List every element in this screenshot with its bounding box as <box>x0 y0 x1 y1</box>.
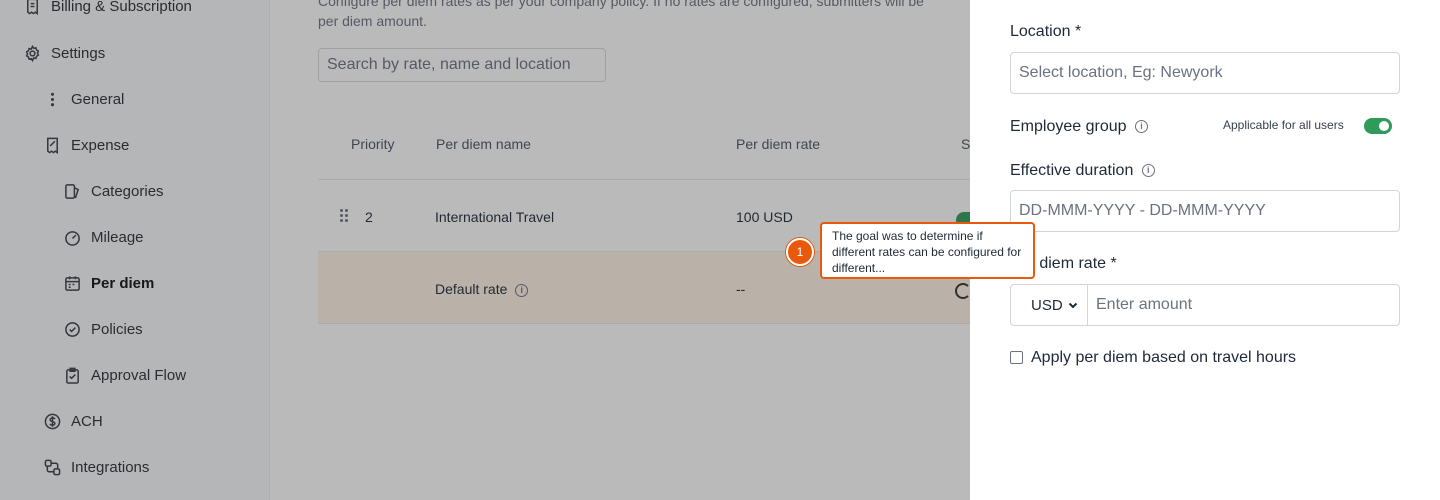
info-icon[interactable]: i <box>515 283 529 297</box>
gear-icon <box>25 45 40 62</box>
sidebar-item-label: Policies <box>91 321 143 338</box>
sidebar-item-billing[interactable]: Billing & Subscription <box>24 0 192 15</box>
integrations-icon <box>44 459 61 476</box>
name-cell: Default rate i <box>435 281 529 297</box>
sidebar-item-mileage[interactable]: Mileage <box>64 229 144 246</box>
travel-hours-checkbox[interactable] <box>1010 351 1023 364</box>
sidebar-item-ach[interactable]: ACH <box>44 413 103 430</box>
per-diem-form-drawer: Location * Employee group i Applicable f… <box>970 0 1440 500</box>
currency-value: USD <box>1031 296 1063 314</box>
currency-select[interactable]: USD <box>1010 284 1088 326</box>
location-label: Location * <box>1010 23 1082 40</box>
dollar-circle-icon <box>44 413 61 430</box>
applicable-all-users-label: Applicable for all users <box>1223 118 1344 132</box>
sidebar-item-policies[interactable]: Policies <box>64 321 143 338</box>
travel-hours-label[interactable]: Apply per diem based on travel hours <box>1031 349 1296 367</box>
sidebar-item-general[interactable]: General <box>44 91 124 108</box>
name-cell: International Travel <box>435 209 555 225</box>
applicable-all-users-toggle[interactable] <box>1364 118 1392 134</box>
column-header-rate[interactable]: Per diem rate <box>736 136 820 152</box>
location-select[interactable] <box>1010 52 1400 94</box>
amount-input[interactable] <box>1087 284 1400 326</box>
category-icon <box>65 184 80 199</box>
sidebar: Billing & Subscription Settings General … <box>0 0 270 500</box>
drag-handle-icon[interactable] <box>340 209 348 223</box>
sidebar-item-settings[interactable]: Settings <box>24 45 105 62</box>
sidebar-item-label: General <box>71 91 125 108</box>
sidebar-item-expense[interactable]: Expense <box>44 137 129 154</box>
employee-group-label: Employee group i <box>1010 118 1148 136</box>
sidebar-item-label: Billing & Subscription <box>51 0 192 15</box>
sidebar-item-label: Mileage <box>91 229 144 246</box>
annotation-tooltip: The goal was to determine if different r… <box>820 222 1035 279</box>
search-icon[interactable] <box>955 283 971 299</box>
info-icon[interactable]: i <box>1134 120 1148 134</box>
receipt-icon <box>47 137 58 154</box>
sidebar-item-label: Per diem <box>91 275 155 292</box>
sidebar-item-categories[interactable]: Categories <box>64 183 164 200</box>
sidebar-item-label: Expense <box>71 137 130 154</box>
employee-group-text: Employee group <box>1010 118 1127 135</box>
effective-duration-label: Effective duration i <box>1010 162 1155 180</box>
duration-range-input[interactable] <box>1010 190 1400 232</box>
effective-duration-text: Effective duration <box>1010 162 1134 179</box>
search-input[interactable] <box>318 48 606 82</box>
gauge-icon <box>65 231 80 246</box>
column-header-name[interactable]: Per diem name <box>436 136 531 152</box>
sidebar-item-label: ACH <box>71 413 103 430</box>
sidebar-item-per-diem[interactable]: Per diem <box>64 275 154 292</box>
priority-cell: 2 <box>365 209 373 225</box>
annotation-marker: 1 <box>786 238 814 266</box>
check-circle-icon <box>65 322 80 337</box>
page-description: Configure per diem rates as per your com… <box>318 0 1018 31</box>
sidebar-item-label: Approval Flow <box>91 367 187 384</box>
receipt-icon <box>27 0 38 15</box>
clipboard-check-icon <box>66 367 79 384</box>
column-header-priority[interactable]: Priority <box>351 136 395 152</box>
description-line: per diem amount. <box>318 13 427 29</box>
sidebar-item-approval-flow[interactable]: Approval Flow <box>64 367 186 384</box>
sidebar-item-integrations[interactable]: Integrations <box>44 459 149 476</box>
rate-cell: -- <box>736 281 746 297</box>
rate-cell: 100 USD <box>736 209 793 225</box>
more-vertical-icon <box>50 92 55 107</box>
info-icon[interactable]: i <box>1141 164 1155 178</box>
sidebar-item-label: Settings <box>51 45 106 62</box>
sidebar-item-label: Categories <box>91 183 164 200</box>
name-text: Default rate <box>435 281 508 297</box>
description-line: Configure per diem rates as per your com… <box>318 0 924 9</box>
calendar-icon <box>65 276 80 291</box>
sidebar-item-label: Integrations <box>71 459 150 476</box>
chevron-down-icon <box>1068 302 1077 309</box>
